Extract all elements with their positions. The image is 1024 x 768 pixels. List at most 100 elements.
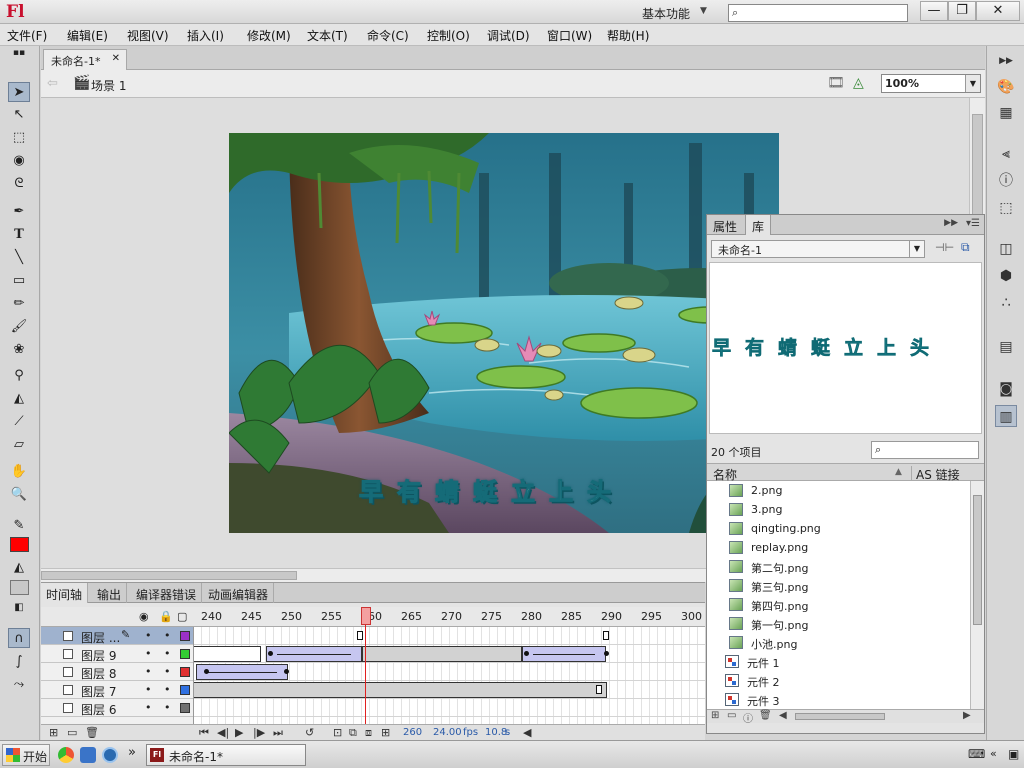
paint-bucket-tool-icon[interactable]: ◭ <box>8 389 30 409</box>
lock-icon[interactable]: 🔒 <box>159 610 173 623</box>
library-search-input[interactable]: ⌕ <box>871 441 979 459</box>
stage[interactable]: 早有蜻蜓立上头 <box>229 133 779 533</box>
tray-expand-icon[interactable]: « <box>990 747 997 760</box>
menu-text[interactable]: 文本(T) <box>307 27 348 44</box>
quick-launch-chevron[interactable]: » <box>128 745 136 760</box>
fill-swatch-secondary[interactable] <box>10 580 29 595</box>
list-item[interactable]: 元件 3 <box>707 690 970 709</box>
layer-row[interactable]: 图层 8 • • <box>41 663 193 681</box>
menu-commands[interactable]: 命令(C) <box>367 27 409 44</box>
onion-skin-icon[interactable]: ⧉ <box>349 726 357 740</box>
new-layer-icon[interactable]: ⊞ <box>49 726 58 739</box>
new-folder-icon[interactable]: ▭ <box>67 726 77 739</box>
edit-symbols-icon[interactable]: ◬ <box>853 75 864 91</box>
bone-tool-icon[interactable]: ⚲ <box>8 366 30 386</box>
layer-outline-color[interactable] <box>180 631 190 641</box>
layer-lock-dot[interactable]: • <box>164 629 171 642</box>
layer-outline-color[interactable] <box>180 703 190 713</box>
fill-color-swatch[interactable] <box>10 537 29 552</box>
layer-name[interactable]: 图层 8 <box>81 665 116 682</box>
layer-outline-color[interactable] <box>180 685 190 695</box>
go-to-last-frame-icon[interactable]: ⏭ <box>273 726 283 740</box>
layer-lock-dot[interactable]: • <box>164 683 171 696</box>
eraser-tool-icon[interactable]: ▱ <box>8 435 30 455</box>
code-snippets-icon[interactable]: ◫ <box>995 238 1017 260</box>
play-icon[interactable]: ▶ <box>235 726 243 739</box>
minimize-button[interactable]: — <box>920 1 948 21</box>
workspace-switcher[interactable]: 基本功能 <box>642 5 690 22</box>
close-icon[interactable]: ✕ <box>112 53 120 64</box>
swap-colors-icon[interactable]: ◧ <box>8 598 30 618</box>
document-tab[interactable]: 未命名-1* ✕ <box>43 49 127 70</box>
keyframe[interactable] <box>604 651 609 656</box>
layer-name[interactable]: 图层 ... <box>81 629 120 646</box>
chrome-icon[interactable] <box>58 747 74 763</box>
scroll-right-icon[interactable]: ▶ <box>963 710 971 721</box>
layer-outline-color[interactable] <box>180 649 190 659</box>
motion-tween-span[interactable] <box>266 646 362 662</box>
go-to-first-frame-icon[interactable]: ⏮ <box>199 726 209 740</box>
list-item[interactable]: 第三句.png <box>707 576 970 595</box>
list-item[interactable]: 3.png <box>707 500 970 519</box>
layer-row[interactable]: 图层 7 • • <box>41 681 193 699</box>
frame-row[interactable] <box>194 663 705 681</box>
deco-tool-icon[interactable]: ❀ <box>8 340 30 360</box>
onion-skin-outlines-icon[interactable]: ⧈ <box>365 726 372 740</box>
settings-app-icon[interactable] <box>102 747 118 763</box>
step-forward-icon[interactable]: |▶ <box>253 726 265 739</box>
list-item[interactable]: qingting.png <box>707 519 970 538</box>
scrollbar-thumb[interactable] <box>795 713 885 720</box>
pin-library-icon[interactable]: ⊣⊢ <box>935 241 954 254</box>
layer-lock-dot[interactable]: • <box>164 647 171 660</box>
layer-row[interactable]: 图层 9 • • <box>41 645 193 663</box>
straighten-icon[interactable]: ⤳ <box>8 675 30 695</box>
end-frame[interactable] <box>596 685 602 694</box>
rectangle-tool-icon[interactable]: ▭ <box>8 271 30 291</box>
free-transform-tool-icon[interactable]: ⬚ <box>8 128 30 148</box>
keyframe[interactable] <box>284 669 289 674</box>
help-search-input[interactable]: ⌕ <box>728 4 908 22</box>
outline-icon[interactable]: ▢ <box>177 610 187 623</box>
eyedropper-tool-icon[interactable]: ⟋ <box>8 412 30 432</box>
info-panel-icon[interactable]: ⓘ <box>995 170 1017 192</box>
layer-visibility-dot[interactable]: • <box>145 701 152 714</box>
scrollbar-thumb[interactable] <box>41 571 297 580</box>
library-panel-icon[interactable]: ▥ <box>995 405 1017 427</box>
tab-output[interactable]: 输出 <box>92 583 128 603</box>
library-vertical-scrollbar[interactable] <box>970 481 984 709</box>
new-folder-icon[interactable]: ▭ <box>727 710 736 721</box>
panel-grip-icon[interactable]: ▪▪ <box>8 48 30 68</box>
swatches-panel-icon[interactable]: ▦ <box>995 102 1017 124</box>
chevron-down-icon[interactable]: ▼ <box>965 75 980 92</box>
frame-row[interactable] <box>194 645 705 663</box>
transform-panel-icon[interactable]: ⬚ <box>995 197 1017 219</box>
smooth-icon[interactable]: ∫ <box>8 652 30 672</box>
fps-value[interactable]: 24.00 <box>433 727 462 738</box>
frame-grid[interactable] <box>193 627 705 727</box>
scroll-left-icon[interactable]: ◀ <box>779 710 787 721</box>
center-frame-icon[interactable]: ⊡ <box>333 726 342 739</box>
sort-ascending-icon[interactable]: ▲ <box>895 467 902 477</box>
layer-row[interactable]: 图层 ... ✎ • • <box>41 627 193 645</box>
list-item[interactable]: 元件 2 <box>707 671 970 690</box>
menu-help[interactable]: 帮助(H) <box>607 27 649 44</box>
scene-label[interactable]: 场景 1 <box>91 77 126 94</box>
panel-menu-icon[interactable]: ▾☰ <box>966 218 980 229</box>
motion-tween-span[interactable] <box>522 646 606 662</box>
3d-rotation-tool-icon[interactable]: ◉ <box>8 151 30 171</box>
list-item[interactable]: 第一句.png <box>707 614 970 633</box>
pen-tool-icon[interactable]: ✒ <box>8 202 30 222</box>
layer-lock-dot[interactable]: • <box>164 665 171 678</box>
chevron-down-icon[interactable]: ▼ <box>909 241 924 257</box>
pencil-tool-icon[interactable]: ✏ <box>8 294 30 314</box>
tab-properties[interactable]: 属性 <box>707 215 743 235</box>
layer-visibility-dot[interactable]: • <box>145 665 152 678</box>
collapse-panel-icon[interactable]: ▶▶ <box>944 218 958 228</box>
menu-debug[interactable]: 调试(D) <box>487 27 530 44</box>
loop-icon[interactable]: ↺ <box>305 726 314 739</box>
chevron-down-icon[interactable]: ▼ <box>700 6 707 16</box>
frame-span[interactable] <box>362 646 522 662</box>
delete-icon[interactable]: 🗑 <box>85 726 99 739</box>
selection-tool-icon[interactable]: ➤ <box>8 82 30 102</box>
properties-panel-icon[interactable]: ◙ <box>995 378 1017 400</box>
